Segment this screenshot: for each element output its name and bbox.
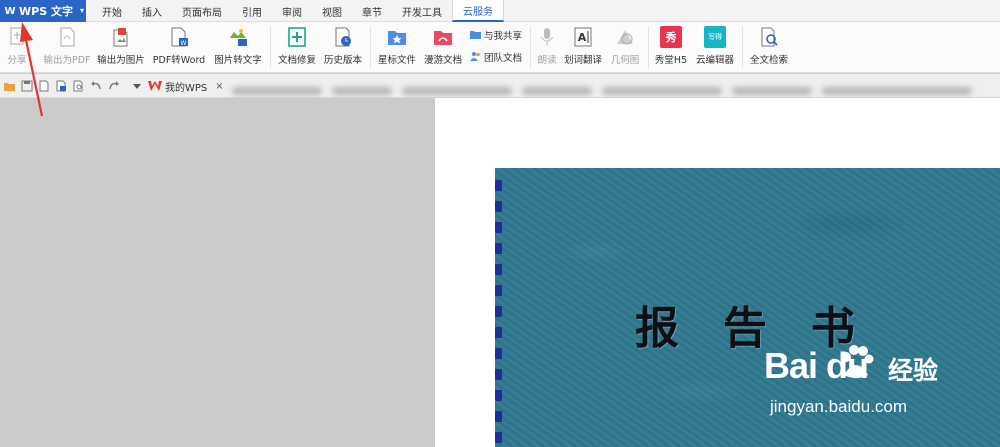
star-folder-icon: [388, 31, 406, 45]
read-aloud-button[interactable]: 朗读: [536, 25, 558, 71]
spiral-binding: [495, 168, 505, 447]
roaming-folder-icon: [434, 31, 452, 45]
export-image-icon: [113, 28, 128, 47]
tab-references[interactable]: 引用: [232, 0, 272, 22]
chevron-down-icon[interactable]: ▾: [80, 6, 84, 15]
history-icon: [335, 27, 351, 47]
app-name: WPS 文字: [19, 5, 73, 18]
baidu-jingyan-watermark: Bai du 经验 jingyan.baidu.com: [764, 345, 994, 425]
tab-insert[interactable]: 插入: [132, 0, 172, 22]
cloud-editor-icon: 写得: [704, 26, 726, 48]
pdf-to-word-button[interactable]: W PDF转Word: [152, 25, 206, 71]
shared-folder-icon: [470, 31, 481, 39]
binding-ring: [495, 411, 502, 422]
binding-ring: [495, 180, 502, 191]
print-preview-icon[interactable]: [72, 80, 84, 92]
undo-icon[interactable]: [90, 80, 102, 92]
export-image-button[interactable]: 输出为图片: [96, 25, 146, 71]
repair-icon: [288, 27, 306, 47]
open-folder-icon[interactable]: [4, 80, 16, 92]
search-document-icon: [761, 27, 778, 47]
workspace-background: [0, 98, 435, 447]
starred-files-button[interactable]: 星标文件: [376, 25, 418, 71]
binding-ring: [495, 306, 502, 317]
team-icon: [470, 52, 480, 61]
microphone-icon: [540, 28, 554, 46]
xiutang-h5-button[interactable]: 秀 秀堂H5: [654, 25, 688, 71]
tab-developer[interactable]: 开发工具: [392, 0, 452, 22]
ribbon-tabs: 开始 插入 页面布局 引用 审阅 视图 章节 开发工具 云服务: [92, 0, 504, 22]
image-to-text-button[interactable]: 图片转文字: [212, 25, 264, 71]
history-versions-button[interactable]: 历史版本: [322, 25, 364, 71]
blurred-document-tabs: [232, 80, 988, 95]
binding-ring: [495, 432, 502, 443]
redo-icon[interactable]: [108, 80, 120, 92]
translate-icon: A: [574, 27, 592, 47]
geometry-button[interactable]: 几何图: [608, 25, 642, 71]
roaming-documents-button[interactable]: 漫游文档: [422, 25, 464, 71]
tab-view[interactable]: 视图: [312, 0, 352, 22]
shared-with-me-button[interactable]: 与我共享: [470, 27, 522, 42]
export-pdf-button[interactable]: 输出为PDF: [40, 25, 94, 71]
app-menu-button[interactable]: W WPS 文字 ▾: [0, 0, 86, 22]
ribbon-divider: [370, 26, 371, 68]
xiutang-icon: 秀: [660, 26, 682, 48]
ribbon-toolbar: 分享 输出为PDF 输出为图片 W PDF转Word 图片转文字 文档修复 历史…: [0, 22, 1000, 73]
tab-cloud-service[interactable]: 云服务: [452, 0, 504, 22]
binding-ring: [495, 264, 502, 275]
team-docs-button[interactable]: 团队文档: [470, 49, 522, 64]
binding-ring: [495, 243, 502, 254]
ribbon-divider: [530, 26, 531, 68]
export-pdf-icon[interactable]: [38, 80, 50, 92]
word-translate-button[interactable]: A 划词翻译: [562, 25, 604, 71]
ribbon-divider: [742, 26, 743, 68]
tab-chapter[interactable]: 章节: [352, 0, 392, 22]
save-icon[interactable]: [21, 80, 33, 92]
svg-text:A: A: [578, 31, 587, 44]
wps-writer-window: W WPS 文字 ▾ 开始 插入 页面布局 引用 审阅 视图 章节 开发工具 云…: [0, 0, 1000, 447]
image-to-text-icon: [230, 29, 247, 46]
doc-tab-my-wps[interactable]: 我的WPS ×: [148, 77, 224, 95]
binding-ring: [495, 348, 502, 359]
wps-logo-icon: [148, 81, 162, 91]
binding-ring: [495, 201, 502, 212]
ribbon-divider: [270, 26, 271, 68]
geometry-icon: [617, 30, 633, 45]
binding-ring: [495, 327, 502, 338]
close-tab-icon[interactable]: ×: [215, 81, 223, 92]
watermark-url: jingyan.baidu.com: [770, 397, 908, 416]
share-icon: [10, 27, 24, 45]
share-button[interactable]: 分享: [4, 25, 30, 71]
quick-access-bar: 我的WPS ×: [0, 74, 1000, 98]
document-repair-button[interactable]: 文档修复: [276, 25, 318, 71]
customize-dropdown-icon[interactable]: [131, 80, 143, 92]
binding-ring: [495, 285, 502, 296]
jingyan-text: 经验: [888, 356, 939, 385]
tab-home[interactable]: 开始: [92, 0, 132, 22]
binding-ring: [495, 369, 502, 380]
paw-icon: [841, 345, 874, 378]
ribbon-divider: [648, 26, 649, 68]
wps-logo-icon: W: [4, 5, 16, 17]
tab-review[interactable]: 审阅: [272, 0, 312, 22]
binding-ring: [495, 390, 502, 401]
print-icon[interactable]: [55, 80, 67, 92]
tab-page-layout[interactable]: 页面布局: [172, 0, 232, 22]
pdf-icon: [60, 27, 75, 47]
svg-text:W: W: [181, 40, 187, 47]
pdf-to-word-icon: W: [171, 27, 188, 47]
fulltext-search-button[interactable]: 全文检索: [748, 25, 790, 71]
cloud-editor-button[interactable]: 写得 云编辑器: [694, 25, 736, 71]
menu-bar: W WPS 文字 ▾ 开始 插入 页面布局 引用 审阅 视图 章节 开发工具 云…: [0, 0, 1000, 22]
binding-ring: [495, 222, 502, 233]
